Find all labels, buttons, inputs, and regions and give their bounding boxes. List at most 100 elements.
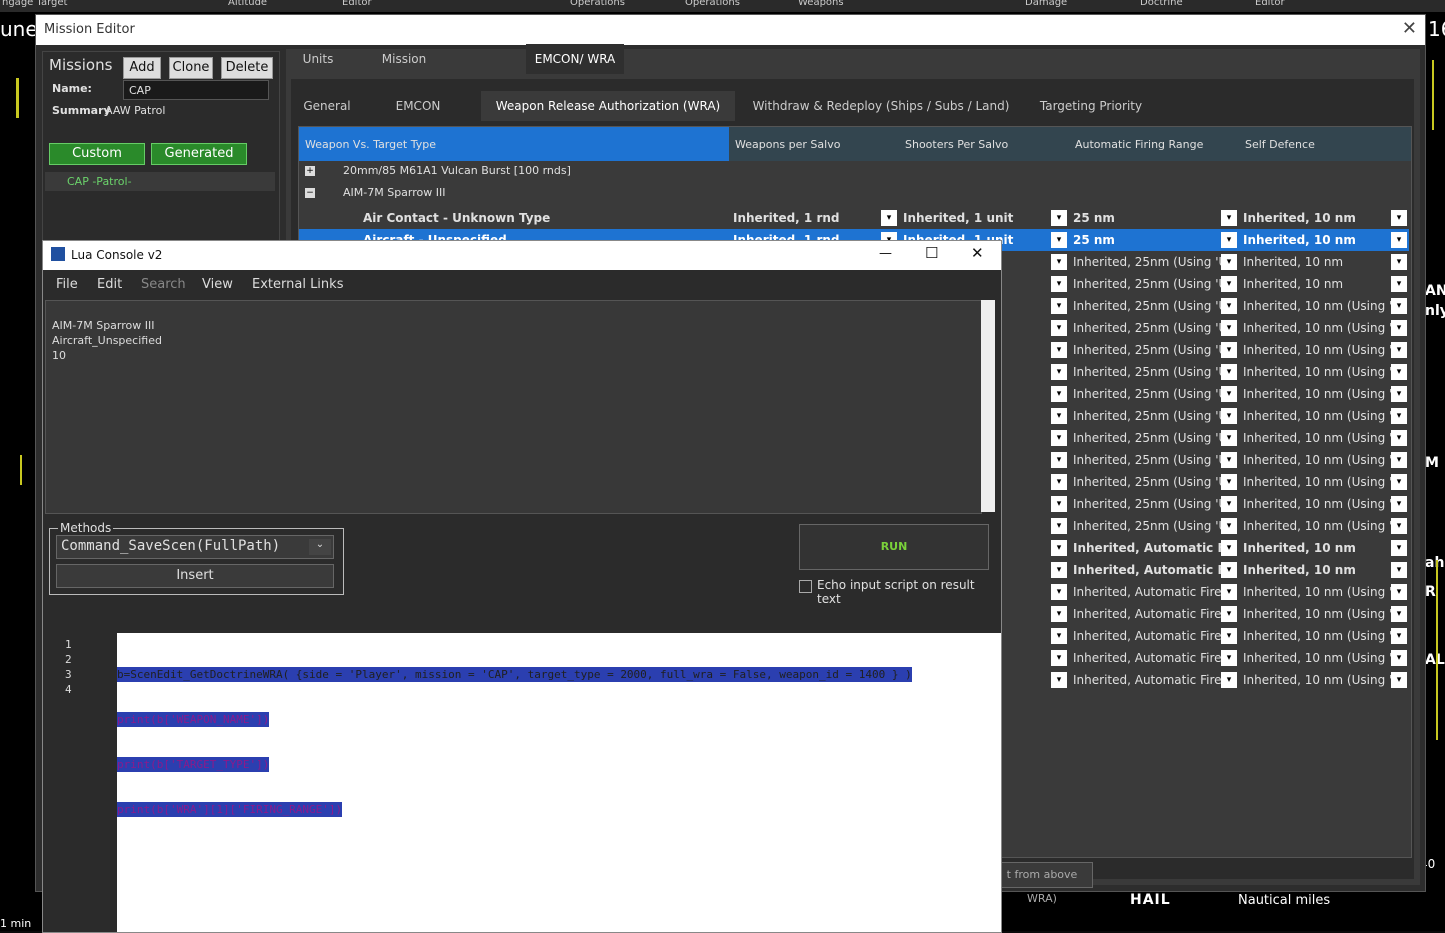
chevron-down-icon[interactable]: ▾ bbox=[1391, 232, 1407, 248]
chevron-down-icon[interactable]: ▾ bbox=[1051, 562, 1067, 578]
self-defence-cell[interactable]: Inherited, 10 nm bbox=[1243, 537, 1393, 559]
map-toolbar-item[interactable]: Operations bbox=[685, 0, 740, 8]
chevron-down-icon[interactable]: ▾ bbox=[881, 210, 897, 226]
firing-range-cell[interactable]: Inherited, Automatic Fir... bbox=[1073, 559, 1223, 581]
insert-button[interactable]: Insert bbox=[56, 564, 334, 588]
chevron-down-icon[interactable]: ▾ bbox=[1051, 298, 1067, 314]
chevron-down-icon[interactable]: ▾ bbox=[1391, 430, 1407, 446]
close-icon[interactable]: ✕ bbox=[1402, 18, 1417, 39]
chevron-down-icon[interactable]: ▾ bbox=[1221, 430, 1237, 446]
firing-range-cell[interactable]: Inherited, Automatic Fire t... bbox=[1073, 581, 1223, 603]
mission-editor-titlebar[interactable]: Mission Editor ✕ bbox=[36, 15, 1425, 45]
menu-external-links[interactable]: External Links bbox=[252, 277, 343, 292]
chevron-down-icon[interactable]: ▾ bbox=[1221, 562, 1237, 578]
chevron-down-icon[interactable]: ▾ bbox=[1051, 606, 1067, 622]
column-header[interactable]: Shooters Per Salvo bbox=[905, 138, 1008, 151]
chevron-down-icon[interactable]: ▾ bbox=[1051, 650, 1067, 666]
chevron-down-icon[interactable]: ▾ bbox=[1391, 320, 1407, 336]
firing-range-cell[interactable]: Inherited, 25nm (Using 'U... bbox=[1073, 493, 1223, 515]
map-toolbar-item[interactable]: Damage bbox=[1025, 0, 1067, 8]
chevron-down-icon[interactable]: ⌄ bbox=[309, 539, 331, 555]
chevron-down-icon[interactable]: ▾ bbox=[1221, 320, 1237, 336]
chevron-down-icon[interactable]: ▾ bbox=[1051, 254, 1067, 270]
chevron-down-icon[interactable]: ▾ bbox=[1391, 650, 1407, 666]
self-defence-cell[interactable]: Inherited, 10 nm bbox=[1243, 251, 1393, 273]
chevron-down-icon[interactable]: ▾ bbox=[1391, 540, 1407, 556]
firing-range-cell[interactable]: Inherited, 25nm (Using 'U... bbox=[1073, 361, 1223, 383]
firing-range-cell[interactable]: Inherited, 25nm (Using 'U... bbox=[1073, 295, 1223, 317]
chevron-down-icon[interactable]: ▾ bbox=[1051, 452, 1067, 468]
firing-range-cell[interactable]: Inherited, 25nm (Using 'U... bbox=[1073, 405, 1223, 427]
self-defence-cell[interactable]: Inherited, 10 nm (Using 'U... bbox=[1243, 603, 1393, 625]
shooters-per-salvo-cell[interactable]: Inherited, 1 unit bbox=[903, 207, 1053, 229]
methods-dropdown[interactable]: Command_SaveScen(FullPath) ⌄ bbox=[56, 535, 334, 559]
firing-range-cell[interactable]: Inherited, Automatic Fir... bbox=[1073, 537, 1223, 559]
chevron-down-icon[interactable]: ▾ bbox=[1221, 232, 1237, 248]
self-defence-cell[interactable]: Inherited, 10 nm (Using 'U... bbox=[1243, 361, 1393, 383]
add-button[interactable]: Add bbox=[123, 57, 161, 79]
chevron-down-icon[interactable]: ▾ bbox=[1221, 606, 1237, 622]
target-type-cell[interactable]: Air Contact - Unknown Type bbox=[363, 207, 723, 229]
apply-button[interactable]: t from above WRA) bbox=[991, 862, 1093, 905]
self-defence-cell[interactable]: Inherited, 10 nm (Using 'U... bbox=[1243, 625, 1393, 647]
delete-button[interactable]: Delete bbox=[221, 57, 273, 79]
firing-range-cell[interactable]: Inherited, 25nm (Using 'U... bbox=[1073, 427, 1223, 449]
chevron-down-icon[interactable]: ▾ bbox=[1051, 518, 1067, 534]
self-defence-cell[interactable]: Inherited, 10 nm (Using 'U... bbox=[1243, 405, 1393, 427]
chevron-down-icon[interactable]: ▾ bbox=[1221, 254, 1237, 270]
output-scrollbar[interactable] bbox=[981, 300, 995, 512]
output-textarea[interactable]: AIM-7M Sparrow III Aircraft_Unspecified … bbox=[45, 300, 982, 514]
chevron-down-icon[interactable]: ▾ bbox=[1391, 408, 1407, 424]
self-defence-cell[interactable]: Inherited, 10 nm bbox=[1243, 229, 1393, 251]
custom-filter-button[interactable]: Custom bbox=[49, 143, 145, 165]
firing-range-cell[interactable]: Inherited, 25nm (Using 'U... bbox=[1073, 273, 1223, 295]
maximize-icon[interactable]: ☐ bbox=[925, 244, 938, 262]
clone-button[interactable]: Clone bbox=[169, 57, 213, 79]
chevron-down-icon[interactable]: ▾ bbox=[1051, 342, 1067, 358]
subtab-withdraw-redeploy[interactable]: Withdraw & Redeploy (Ships / Subs / Land… bbox=[746, 91, 1016, 121]
chevron-down-icon[interactable]: ▾ bbox=[1391, 496, 1407, 512]
column-header[interactable]: Self Defence bbox=[1245, 138, 1315, 151]
chevron-down-icon[interactable]: ▾ bbox=[1391, 606, 1407, 622]
chevron-down-icon[interactable]: ▾ bbox=[1221, 518, 1237, 534]
subtab-targeting-priority[interactable]: Targeting Priority bbox=[1031, 91, 1151, 121]
firing-range-cell[interactable]: Inherited, 25nm (Using 'U... bbox=[1073, 317, 1223, 339]
mission-list-item[interactable]: CAP -Patrol- bbox=[45, 172, 275, 191]
chevron-down-icon[interactable]: ▾ bbox=[1391, 364, 1407, 380]
firing-range-cell[interactable]: Inherited, 25nm (Using 'U... bbox=[1073, 471, 1223, 493]
chevron-down-icon[interactable]: ▾ bbox=[1391, 386, 1407, 402]
self-defence-cell[interactable]: Inherited, 10 nm bbox=[1243, 207, 1393, 229]
chevron-down-icon[interactable]: ▾ bbox=[1391, 518, 1407, 534]
column-header[interactable]: Automatic Firing Range bbox=[1075, 138, 1203, 151]
firing-range-cell[interactable]: 25 nm bbox=[1073, 207, 1223, 229]
generated-filter-button[interactable]: Generated bbox=[151, 143, 247, 165]
chevron-down-icon[interactable]: ▾ bbox=[1221, 540, 1237, 556]
chevron-down-icon[interactable]: ▾ bbox=[1051, 364, 1067, 380]
mission-name-input[interactable]: CAP bbox=[123, 80, 269, 100]
chevron-down-icon[interactable]: ▾ bbox=[1391, 474, 1407, 490]
firing-range-cell[interactable]: Inherited, 25nm (Using 'U... bbox=[1073, 449, 1223, 471]
chevron-down-icon[interactable]: ▾ bbox=[1221, 474, 1237, 490]
firing-range-cell[interactable]: Inherited, Automatic Fire t... bbox=[1073, 603, 1223, 625]
firing-range-cell[interactable]: Inherited, Automatic Fire t... bbox=[1073, 669, 1223, 691]
chevron-down-icon[interactable]: ▾ bbox=[1221, 408, 1237, 424]
chevron-down-icon[interactable]: ▾ bbox=[1221, 386, 1237, 402]
table-row[interactable]: Air Contact - Unknown Type Inherited, 1 r… bbox=[299, 207, 1409, 229]
minimize-icon[interactable]: — bbox=[879, 246, 892, 261]
firing-range-cell[interactable]: Inherited, Automatic Fire t... bbox=[1073, 625, 1223, 647]
chevron-down-icon[interactable]: ▾ bbox=[1051, 430, 1067, 446]
firing-range-cell[interactable]: 25 nm bbox=[1073, 229, 1223, 251]
chevron-down-icon[interactable]: ▾ bbox=[1051, 232, 1067, 248]
map-toolbar-item[interactable]: Operations bbox=[570, 0, 625, 8]
chevron-down-icon[interactable]: ▾ bbox=[1391, 342, 1407, 358]
chevron-down-icon[interactable]: ▾ bbox=[1051, 386, 1067, 402]
chevron-down-icon[interactable]: ▾ bbox=[1221, 628, 1237, 644]
self-defence-cell[interactable]: Inherited, 10 nm (Using 'U... bbox=[1243, 647, 1393, 669]
code-editor[interactable]: 1 2 3 4 b=ScenEdit_GetDoctrineWRA( {side… bbox=[43, 633, 1001, 932]
self-defence-cell[interactable]: Inherited, 10 nm (Using 'U... bbox=[1243, 317, 1393, 339]
chevron-down-icon[interactable]: ▾ bbox=[1051, 276, 1067, 292]
chevron-down-icon[interactable]: ▾ bbox=[1391, 452, 1407, 468]
chevron-down-icon[interactable]: ▾ bbox=[1051, 584, 1067, 600]
tab-emcon-wra[interactable]: EMCON/ WRA bbox=[526, 44, 624, 74]
self-defence-cell[interactable]: Inherited, 10 nm (Using 'U... bbox=[1243, 449, 1393, 471]
